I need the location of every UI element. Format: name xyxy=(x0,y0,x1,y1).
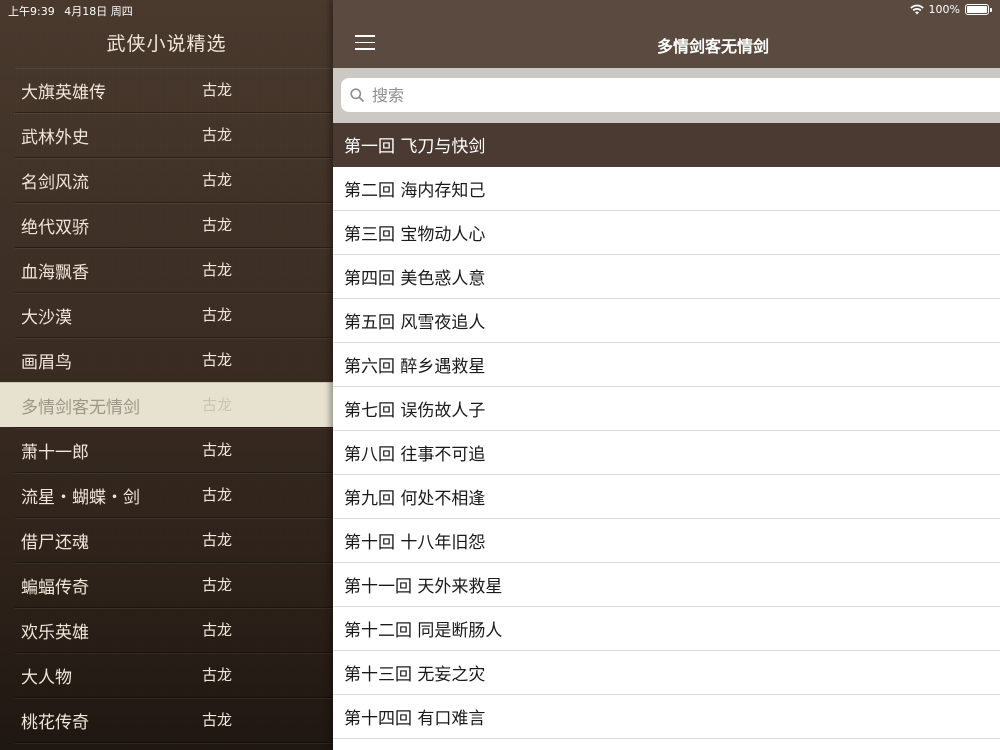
book-title: 多情剑客无情剑 xyxy=(21,398,140,418)
chapter-title: 第九回 何处不相逢 xyxy=(344,489,486,509)
chapter-list-item[interactable]: 第一回 飞刀与快剑 xyxy=(333,123,1000,167)
chapter-title: 第十回 十八年旧怨 xyxy=(344,533,486,553)
chapter-list-item[interactable]: 第三回 宝物动人心 xyxy=(333,211,1000,255)
book-title: 画眉鸟 xyxy=(21,353,72,373)
book-list-item[interactable]: 画眉鸟 古龙 xyxy=(15,337,333,382)
book-list-item[interactable]: 武林外史 古龙 xyxy=(15,112,333,157)
chapter-title: 第十四回 有口难言 xyxy=(344,709,486,729)
book-title: 大沙漠 xyxy=(21,308,72,328)
book-title: 大人物 xyxy=(21,668,72,688)
chapter-title: 第一回 飞刀与快剑 xyxy=(344,137,486,157)
search-input[interactable] xyxy=(370,84,974,106)
book-author: 古龙 xyxy=(202,486,233,504)
chapter-title: 第六回 醉乡遇救星 xyxy=(344,357,486,377)
book-list-item[interactable]: 蝙蝠传奇 古龙 xyxy=(15,562,333,607)
book-author: 古龙 xyxy=(202,81,233,99)
book-author: 古龙 xyxy=(202,621,233,639)
chapter-list-item[interactable]: 第二回 海内存知己 xyxy=(333,167,1000,211)
chapter-list-item[interactable]: 第七回 误伤故人子 xyxy=(333,387,1000,431)
chapter-list-item[interactable]: 第十二回 同是断肠人 xyxy=(333,607,1000,651)
book-list-item[interactable]: 血海飘香 古龙 xyxy=(15,247,333,292)
status-bar-right: 100% xyxy=(909,3,992,16)
menu-button[interactable] xyxy=(355,35,375,51)
book-list-item[interactable]: 大沙漠 古龙 xyxy=(15,292,333,337)
book-author: 古龙 xyxy=(202,261,233,279)
nav-title: 多情剑客无情剑 xyxy=(656,37,770,56)
status-date: 4月18日 周四 xyxy=(64,5,133,18)
book-title: 萧十一郎 xyxy=(21,443,89,463)
book-list-item[interactable]: 欢乐英雄 古龙 xyxy=(15,607,333,652)
book-author: 古龙 xyxy=(202,531,233,549)
chapter-title: 第三回 宝物动人心 xyxy=(344,225,486,245)
chapter-list-item[interactable]: 第十回 十八年旧怨 xyxy=(333,519,1000,563)
book-list-item[interactable]: 借尸还魂 古龙 xyxy=(15,517,333,562)
book-list-item[interactable]: 萧十一郎 古龙 xyxy=(15,427,333,472)
chapter-title: 第十一回 天外来救星 xyxy=(344,577,503,597)
book-list-item[interactable]: 流星・蝴蝶・剑 古龙 xyxy=(15,472,333,517)
book-author: 古龙 xyxy=(202,351,233,369)
book-title: 流星・蝴蝶・剑 xyxy=(21,488,140,508)
book-list-item[interactable]: 大人物 古龙 xyxy=(15,652,333,697)
book-author: 古龙 xyxy=(202,441,233,459)
book-list-item[interactable]: 桃花传奇 古龙 xyxy=(15,697,333,742)
chapter-list: 第一回 飞刀与快剑 第二回 海内存知己 第三回 宝物动人心 第四回 美色惑人意 第五回 … xyxy=(333,123,1000,750)
book-list: 大旗英雄传 古龙 武林外史 古龙 名剑风流 古龙 绝代双骄 古龙 血海飘香 古龙 大沙漠 古龙 画眉鸟古… xyxy=(0,68,333,750)
book-list-item[interactable]: 名剑风流 古龙 xyxy=(15,157,333,202)
book-title: 绝代双骄 xyxy=(21,218,89,238)
book-title: 欢乐英雄 xyxy=(21,623,89,643)
book-title: 桃花传奇 xyxy=(21,713,89,733)
sidebar-title: 武侠小说精选 xyxy=(106,33,227,55)
book-list-item[interactable]: 九月鹰飞古龙 xyxy=(15,742,333,750)
chapter-list-item[interactable]: 第五回 风雪夜追人 xyxy=(333,299,1000,343)
book-author: 古龙 xyxy=(202,216,233,234)
search-icon xyxy=(350,88,364,102)
chapter-panel: 100% 多情剑客无情剑 第一回 飞刀与快剑第二回 海内存知己第三回 宝物动人心… xyxy=(333,0,1000,750)
chapter-list-item[interactable]: 第十一回 天外来救星 xyxy=(333,563,1000,607)
book-title: 武林外史 xyxy=(21,128,89,148)
book-title: 血海飘香 xyxy=(21,263,89,283)
book-list-item[interactable]: 大旗英雄传 古龙 xyxy=(15,68,333,112)
nav-bar: 100% 多情剑客无情剑 xyxy=(333,0,1000,68)
chapter-title: 第二回 海内存知己 xyxy=(344,181,486,201)
status-time: 上午9:39 xyxy=(8,5,55,18)
chapter-title: 第四回 美色惑人意 xyxy=(344,269,486,289)
chapter-list-item[interactable]: 第四回 美色惑人意 xyxy=(333,255,1000,299)
book-title: 大旗英雄传 xyxy=(21,83,106,103)
chapter-list-item[interactable]: 第十五回 铁汉柔情 xyxy=(333,739,1000,750)
chapter-list-item[interactable]: 第八回 往事不可追 xyxy=(333,431,1000,475)
book-title: 名剑风流 xyxy=(21,173,89,193)
chapter-title: 第八回 往事不可追 xyxy=(344,445,486,465)
book-author: 古龙 xyxy=(202,126,233,144)
search-bar xyxy=(333,68,1000,123)
battery-percentage: 100% xyxy=(928,3,960,16)
book-sidebar: 上午9:39 4月18日 周四 武侠小说精选 大旗英雄传 古龙 武林外史 古龙 名剑风流… xyxy=(0,0,333,750)
book-list-item[interactable]: 绝代双骄 古龙 xyxy=(15,202,333,247)
chapter-title: 第十二回 同是断肠人 xyxy=(344,621,503,641)
book-title: 蝙蝠传奇 xyxy=(21,578,89,598)
book-author: 古龙 xyxy=(202,711,233,729)
book-author: 古龙 xyxy=(202,396,233,414)
chapter-list-item[interactable]: 第十三回 无妄之灾 xyxy=(333,651,1000,695)
search-field[interactable] xyxy=(341,78,1000,112)
chapter-list-item[interactable]: 第六回 醉乡遇救星 xyxy=(333,343,1000,387)
status-bar-left: 上午9:39 4月18日 周四 xyxy=(8,3,133,19)
book-list-item[interactable]: 多情剑客无情剑 古龙 xyxy=(0,382,333,427)
chapter-title: 第十三回 无妄之灾 xyxy=(344,665,486,685)
hamburger-icon xyxy=(355,35,375,50)
book-author: 古龙 xyxy=(202,171,233,189)
battery-icon xyxy=(965,4,989,15)
book-author: 古龙 xyxy=(202,576,233,594)
chapter-list-item[interactable]: 第十四回 有口难言 xyxy=(333,695,1000,739)
battery-cap xyxy=(990,7,992,12)
chapter-title: 第五回 风雪夜追人 xyxy=(344,313,486,333)
book-title: 借尸还魂 xyxy=(21,533,89,553)
wifi-icon xyxy=(909,4,924,15)
chapter-list-item[interactable]: 第九回 何处不相逢 xyxy=(333,475,1000,519)
book-author: 古龙 xyxy=(202,666,233,684)
book-author: 古龙 xyxy=(202,306,233,324)
chapter-title: 第七回 误伤故人子 xyxy=(344,401,486,421)
